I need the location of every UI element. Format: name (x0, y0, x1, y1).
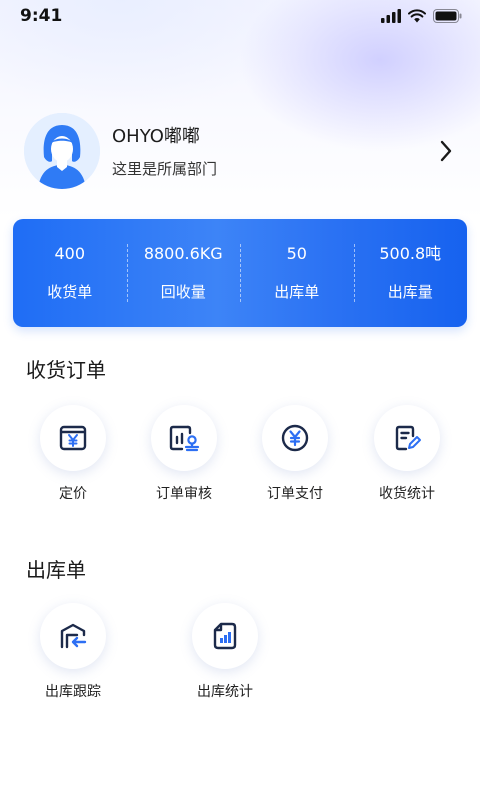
menu-item-label: 订单支付 (267, 486, 323, 502)
icon-button (192, 603, 258, 669)
menu-item-label: 订单审核 (156, 486, 212, 502)
stats-card: 400 收货单 8800.6KG 回收量 50 出库单 500.8吨 出库量 (13, 219, 467, 327)
icon-button (40, 405, 106, 471)
stat-label: 出库量 (387, 283, 433, 301)
menu-item-label: 出库统计 (197, 684, 253, 700)
menu-item-label: 收货统计 (379, 486, 435, 502)
battery-icon (433, 9, 462, 23)
menu-item-receiving-stats[interactable]: 收货统计 (357, 405, 457, 503)
status-icons (381, 9, 462, 23)
menu-item-outbound-tracking[interactable]: 出库跟踪 (23, 603, 123, 701)
icon-button (262, 405, 328, 471)
stat-label: 出库单 (274, 283, 320, 301)
warehouse-out-icon (60, 623, 87, 649)
profile-department: 这里是所属部门 (112, 159, 218, 178)
status-time: 9:41 (20, 6, 63, 26)
menu-item-label: 出库跟踪 (45, 684, 101, 700)
wifi-icon (408, 9, 426, 23)
stat-label: 回收量 (160, 283, 206, 301)
document-edit-icon (395, 425, 421, 451)
section-title-receiving: 收货订单 (26, 358, 106, 382)
stat-outbound-amount[interactable]: 500.8吨 出库量 (353, 244, 468, 302)
user-avatar-icon (24, 113, 100, 189)
stat-received-orders[interactable]: 400 收货单 (13, 244, 127, 302)
menu-item-outbound-stats[interactable]: 出库统计 (175, 603, 275, 701)
menu-item-label: 定价 (59, 486, 87, 502)
signal-icon (381, 9, 401, 23)
yen-coin-icon (281, 424, 309, 452)
stat-value: 400 (54, 244, 86, 263)
stat-outbound-orders[interactable]: 50 出库单 (240, 244, 354, 302)
stat-value: 8800.6KG (143, 244, 223, 263)
profile-card[interactable]: OHYO嘟嘟 这里是所属部门 (24, 113, 464, 189)
icon-button (151, 405, 217, 471)
order-review-icon (169, 425, 200, 452)
stat-label: 收货单 (47, 283, 93, 301)
status-bar: 9:41 (0, 0, 480, 32)
icon-button (40, 603, 106, 669)
menu-item-order-review[interactable]: 订单审核 (134, 405, 234, 503)
icon-button (374, 405, 440, 471)
menu-item-pricing[interactable]: 定价 (23, 405, 123, 503)
chevron-right-icon[interactable] (436, 137, 456, 165)
price-tag-icon (59, 425, 87, 451)
profile-info: OHYO嘟嘟 这里是所属部门 (112, 124, 436, 179)
menu-item-order-payment[interactable]: 订单支付 (245, 405, 345, 503)
avatar (24, 113, 100, 189)
stat-value: 500.8吨 (379, 244, 442, 263)
stat-value: 50 (286, 244, 307, 263)
stat-recycled-amount[interactable]: 8800.6KG 回收量 (126, 244, 241, 302)
section-title-outbound: 出库单 (26, 558, 86, 582)
report-chart-icon (213, 622, 237, 650)
profile-name: OHYO嘟嘟 (112, 125, 200, 147)
